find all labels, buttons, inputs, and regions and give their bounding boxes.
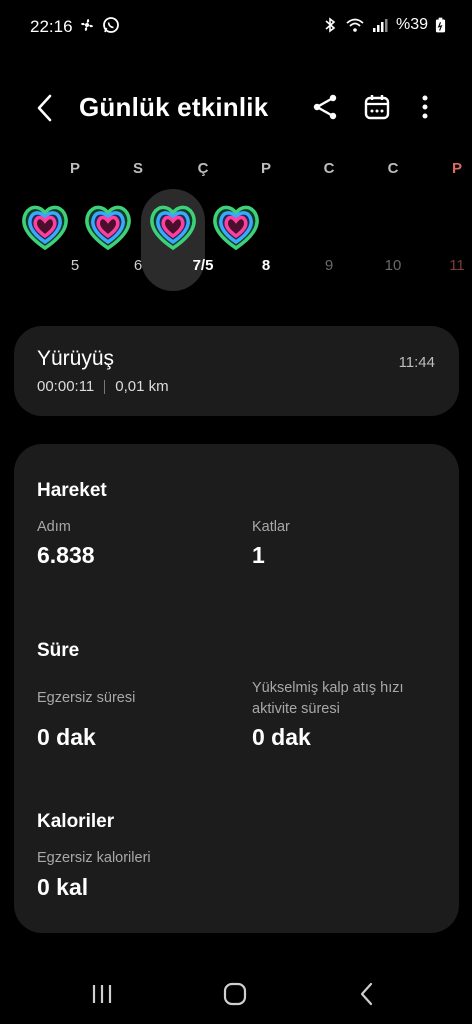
day-number: 6 — [133, 257, 143, 274]
meta-divider — [104, 379, 106, 394]
home-icon[interactable] — [221, 980, 249, 1008]
activity-heart-icon — [22, 205, 68, 251]
activity-name: Yürüyüş — [37, 347, 115, 370]
exercise-calories-value: 0 kal — [37, 874, 89, 900]
steps-label: Adım — [37, 519, 71, 535]
day-number: 11 — [449, 257, 465, 274]
elevated-hr-label-line2: aktivite süresi — [252, 701, 340, 717]
day-letter: C — [387, 160, 399, 177]
activity-heart-icon — [213, 205, 259, 251]
page-title: Günlük etkinlik — [79, 92, 269, 122]
status-bar: 22:16 %39 — [0, 0, 472, 56]
daily-stats-card: Hareket Adım 6.838 Katlar 1 Süre Egzersi… — [14, 444, 459, 933]
fan-icon — [81, 19, 93, 31]
share-icon[interactable] — [308, 90, 342, 124]
day-number: 10 — [384, 257, 402, 274]
wifi-icon — [346, 18, 364, 32]
section-title-hareket: Hareket — [37, 480, 107, 501]
day-number: 5 — [70, 257, 80, 274]
walk-activity-card[interactable]: Yürüyüş 00:00:11 0,01 km 11:44 — [14, 326, 459, 416]
floors-label: Katlar — [252, 519, 290, 535]
activity-distance: 0,01 km — [115, 378, 169, 395]
signal-icon — [372, 19, 388, 32]
back-arrow-icon[interactable] — [30, 92, 62, 124]
status-time: 22:16 — [30, 17, 73, 36]
day-letter: S — [132, 160, 143, 177]
day-letter: P — [451, 160, 462, 177]
exercise-time-value: 0 dak — [37, 724, 96, 750]
elevated-hr-value: 0 dak — [252, 724, 311, 750]
day-number: 9 — [324, 257, 334, 274]
activity-duration: 00:00:11 — [37, 378, 95, 395]
activity-heart-icon — [150, 205, 196, 251]
floors-value: 1 — [252, 542, 265, 568]
battery-icon — [435, 17, 446, 33]
app-header: Günlük etkinlik — [0, 80, 472, 136]
recent-apps-icon[interactable] — [88, 980, 116, 1008]
steps-value: 6.838 — [37, 542, 95, 568]
day-letter: C — [323, 160, 335, 177]
day-number: 7/5 — [192, 257, 214, 274]
exercise-time-label: Egzersiz süresi — [37, 690, 136, 706]
calendar-icon[interactable] — [360, 90, 394, 124]
nav-back-icon[interactable] — [353, 980, 381, 1008]
bluetooth-icon — [325, 17, 336, 33]
elevated-hr-label-line1: Yükselmiş kalp atış hızı — [252, 680, 404, 696]
activity-time: 11:44 — [398, 354, 435, 371]
battery-percent: %39 — [395, 16, 428, 33]
more-options-icon[interactable] — [408, 90, 442, 124]
activity-heart-icon — [85, 205, 131, 251]
exercise-calories-label: Egzersiz kalorileri — [37, 850, 151, 866]
day-letter: P — [69, 160, 80, 177]
day-letter: Ç — [197, 160, 209, 177]
status-right-icons: %39 — [321, 16, 446, 34]
day-letter: P — [260, 160, 271, 177]
status-left-icons — [78, 16, 120, 34]
section-title-kaloriler: Kaloriler — [37, 811, 115, 832]
system-nav-bar — [0, 964, 472, 1024]
whatsapp-icon — [103, 17, 119, 33]
day-number: 8 — [261, 257, 271, 274]
activity-meta: 00:00:11 0,01 km — [37, 378, 169, 395]
section-title-sure: Süre — [37, 640, 80, 661]
